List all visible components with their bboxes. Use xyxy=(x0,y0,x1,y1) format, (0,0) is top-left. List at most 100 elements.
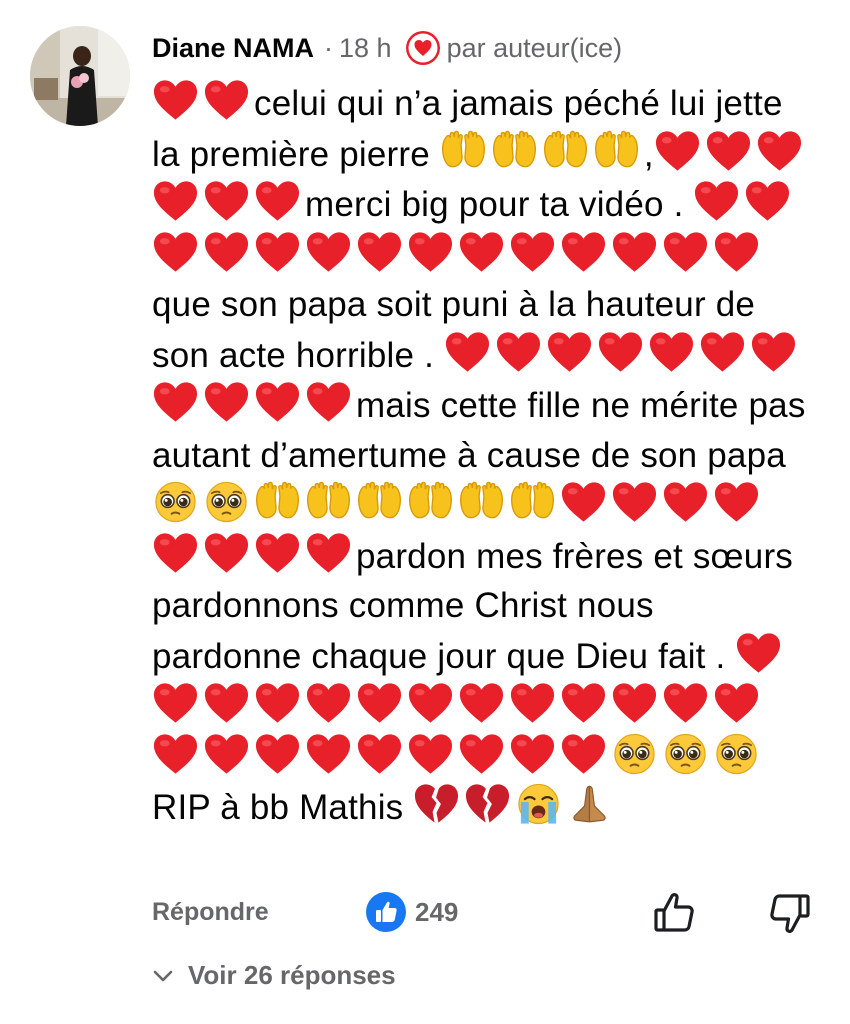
red-heart-emoji-icon xyxy=(305,681,352,725)
like-badge-icon xyxy=(366,892,406,932)
avatar[interactable] xyxy=(30,26,130,126)
red-heart-emoji-icon xyxy=(509,732,556,776)
comment-header: Diane NAMA · 18 h par auteur(ice) xyxy=(152,30,622,66)
folded-hands-emoji-icon xyxy=(566,782,613,826)
red-heart-emoji-icon xyxy=(152,732,199,776)
red-heart-emoji-icon xyxy=(407,681,454,725)
red-heart-emoji-icon xyxy=(254,380,301,424)
red-heart-emoji-icon xyxy=(356,681,403,725)
thumbs-up-icon[interactable] xyxy=(652,890,696,936)
red-heart-emoji-icon xyxy=(560,732,607,776)
red-heart-emoji-icon xyxy=(693,179,740,223)
red-heart-emoji-icon xyxy=(203,681,250,725)
red-heart-emoji-icon xyxy=(597,330,644,374)
red-heart-emoji-icon xyxy=(560,230,607,274)
chevron-down-icon xyxy=(153,970,173,981)
open-hands-emoji-icon xyxy=(458,480,505,524)
reply-button[interactable]: Répondre xyxy=(152,898,269,927)
comment-text-run: merci big pour ta vidéo . xyxy=(305,185,694,224)
red-heart-emoji-icon xyxy=(560,681,607,725)
red-heart-emoji-icon xyxy=(203,179,250,223)
red-heart-emoji-icon xyxy=(705,129,752,173)
open-hands-emoji-icon xyxy=(509,480,556,524)
red-heart-emoji-icon xyxy=(356,732,403,776)
red-heart-emoji-icon xyxy=(152,179,199,223)
pleading-face-emoji-icon xyxy=(713,732,760,776)
red-heart-emoji-icon xyxy=(509,230,556,274)
red-heart-emoji-icon xyxy=(305,732,352,776)
red-heart-emoji-icon xyxy=(509,681,556,725)
comment-time[interactable]: 18 h xyxy=(339,33,392,64)
pleading-face-emoji-icon xyxy=(662,732,709,776)
comment-text: celui qui n’a jamais péché lui jette la … xyxy=(152,78,812,833)
reaction-summary[interactable]: 249 xyxy=(366,892,458,932)
comment-text-run: , xyxy=(643,134,654,174)
red-heart-emoji-icon xyxy=(152,380,199,424)
author-liked-badge: par auteur(ice) xyxy=(405,31,623,65)
red-heart-emoji-icon xyxy=(458,732,505,776)
open-hands-emoji-icon xyxy=(305,480,352,524)
red-heart-emoji-icon xyxy=(152,681,199,725)
red-heart-emoji-icon xyxy=(611,230,658,274)
open-hands-emoji-icon xyxy=(407,480,454,524)
red-heart-emoji-icon xyxy=(458,681,505,725)
red-heart-emoji-icon xyxy=(254,230,301,274)
comment-actions: Répondre 249 xyxy=(152,890,812,940)
pleading-face-emoji-icon xyxy=(611,732,658,776)
comment-text-run: mais cette fille ne mérite pas autant d’… xyxy=(152,386,806,475)
meta-separator: · xyxy=(324,32,334,63)
red-heart-emoji-icon xyxy=(152,78,199,122)
red-heart-emoji-icon xyxy=(756,129,803,173)
red-heart-emoji-icon xyxy=(407,732,454,776)
red-heart-emoji-icon xyxy=(744,179,791,223)
red-heart-emoji-icon xyxy=(356,230,403,274)
red-heart-emoji-icon xyxy=(254,531,301,575)
author-name[interactable]: Diane NAMA xyxy=(152,33,314,64)
pleading-face-emoji-icon xyxy=(203,480,250,524)
red-heart-emoji-icon xyxy=(152,531,199,575)
byline-text: par auteur(ice) xyxy=(446,32,623,63)
red-heart-emoji-icon xyxy=(735,631,782,675)
red-heart-emoji-icon xyxy=(254,179,301,223)
red-heart-emoji-icon xyxy=(648,330,695,374)
red-heart-emoji-icon xyxy=(203,531,250,575)
red-heart-emoji-icon xyxy=(611,480,658,524)
red-heart-emoji-icon xyxy=(662,681,709,725)
heart-badge-icon xyxy=(405,31,440,65)
view-replies-label: Voir 26 réponses xyxy=(188,960,396,990)
crying-face-emoji-icon xyxy=(515,782,562,826)
red-heart-emoji-icon xyxy=(713,681,760,725)
red-heart-emoji-icon xyxy=(254,681,301,725)
open-hands-emoji-icon xyxy=(356,480,403,524)
open-hands-emoji-icon xyxy=(542,129,589,173)
red-heart-emoji-icon xyxy=(713,230,760,274)
red-heart-emoji-icon xyxy=(305,230,352,274)
open-hands-emoji-icon xyxy=(440,129,487,173)
red-heart-emoji-icon xyxy=(654,129,701,173)
view-replies-link[interactable]: Voir 26 réponses xyxy=(152,960,396,991)
like-count: 249 xyxy=(415,896,459,927)
broken-heart-emoji-icon xyxy=(464,782,511,826)
comment-text-run: RIP à bb Mathis xyxy=(152,788,414,827)
red-heart-emoji-icon xyxy=(662,230,709,274)
red-heart-emoji-icon xyxy=(203,230,250,274)
broken-heart-emoji-icon xyxy=(413,782,460,826)
red-heart-emoji-icon xyxy=(407,230,454,274)
red-heart-emoji-icon xyxy=(546,330,593,374)
comment-card: Diane NAMA · 18 h par auteur(ice) celui … xyxy=(0,0,850,1024)
red-heart-emoji-icon xyxy=(495,330,542,374)
thumbs-down-icon[interactable] xyxy=(768,890,812,936)
red-heart-emoji-icon xyxy=(699,330,746,374)
open-hands-emoji-icon xyxy=(254,480,301,524)
red-heart-emoji-icon xyxy=(203,78,250,122)
red-heart-emoji-icon xyxy=(203,380,250,424)
red-heart-emoji-icon xyxy=(458,230,505,274)
open-hands-emoji-icon xyxy=(491,129,538,173)
red-heart-emoji-icon xyxy=(444,330,491,374)
red-heart-emoji-icon xyxy=(203,732,250,776)
red-heart-emoji-icon xyxy=(611,681,658,725)
red-heart-emoji-icon xyxy=(662,480,709,524)
open-hands-emoji-icon xyxy=(593,129,640,173)
red-heart-emoji-icon xyxy=(713,480,760,524)
pleading-face-emoji-icon xyxy=(152,480,199,524)
